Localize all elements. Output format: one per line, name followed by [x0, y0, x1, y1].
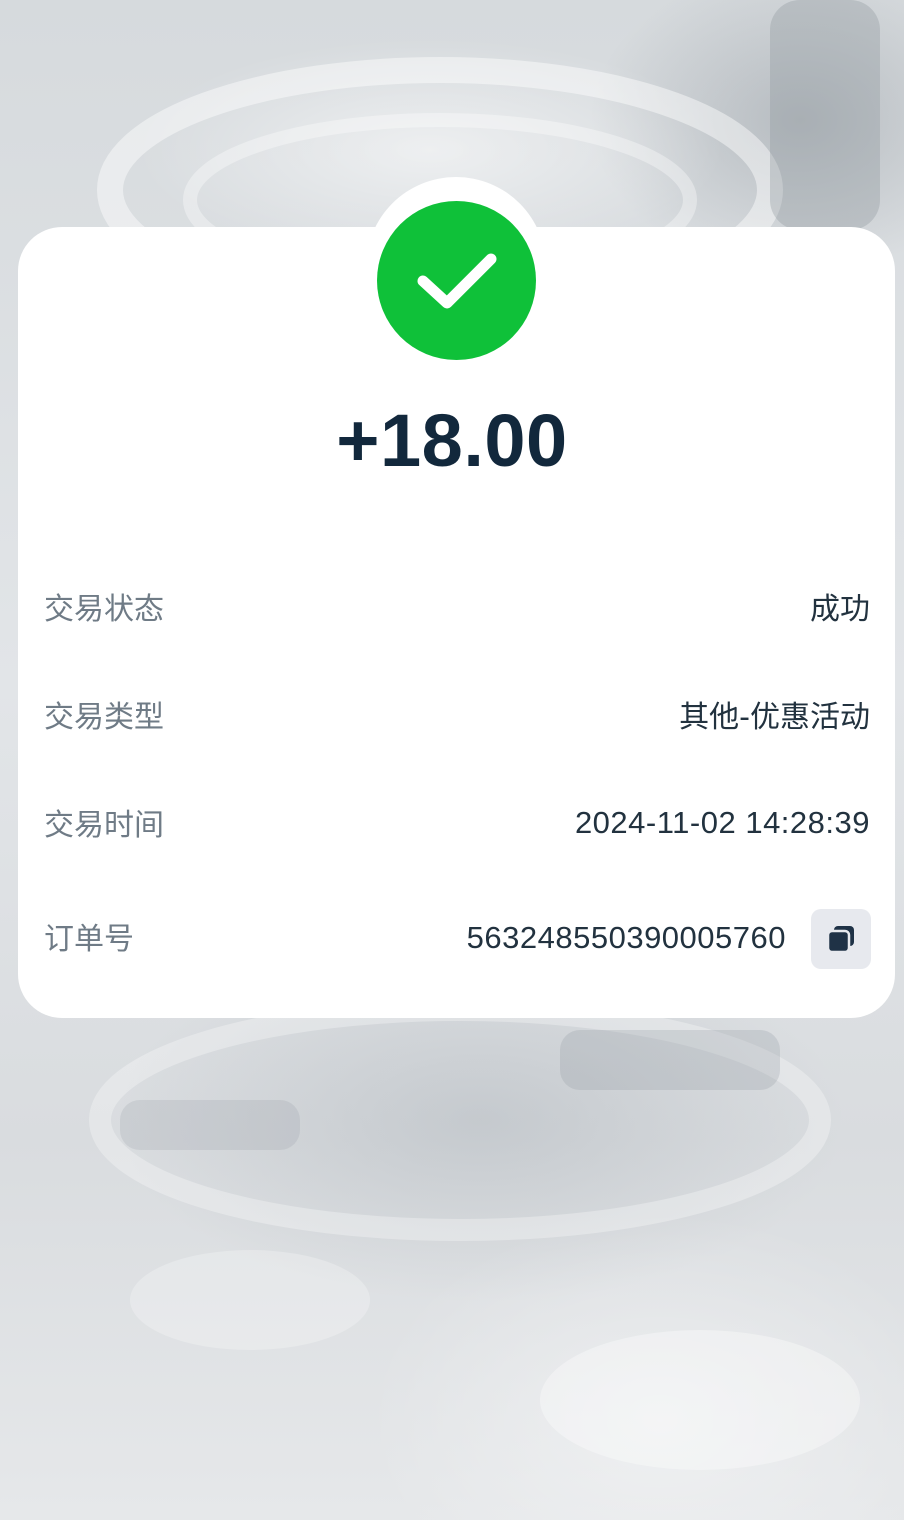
copy-icon: [826, 926, 854, 954]
type-value: 其他-优惠活动: [679, 700, 870, 735]
status-value: 成功: [810, 592, 870, 627]
status-label: 交易状态: [44, 592, 164, 627]
transaction-amount: +18.00: [336, 399, 568, 482]
type-label: 交易类型: [44, 700, 164, 735]
copy-order-number-button[interactable]: [811, 909, 871, 969]
check-circle-icon: [417, 253, 496, 308]
status-badge: [377, 201, 536, 360]
order-number-label: 订单号: [44, 922, 134, 957]
order-number-value: 5632485503900057​60: [466, 920, 786, 955]
time-label: 交易时间: [44, 808, 164, 843]
time-value: 2024-11-02 14:28:39: [574, 805, 870, 840]
